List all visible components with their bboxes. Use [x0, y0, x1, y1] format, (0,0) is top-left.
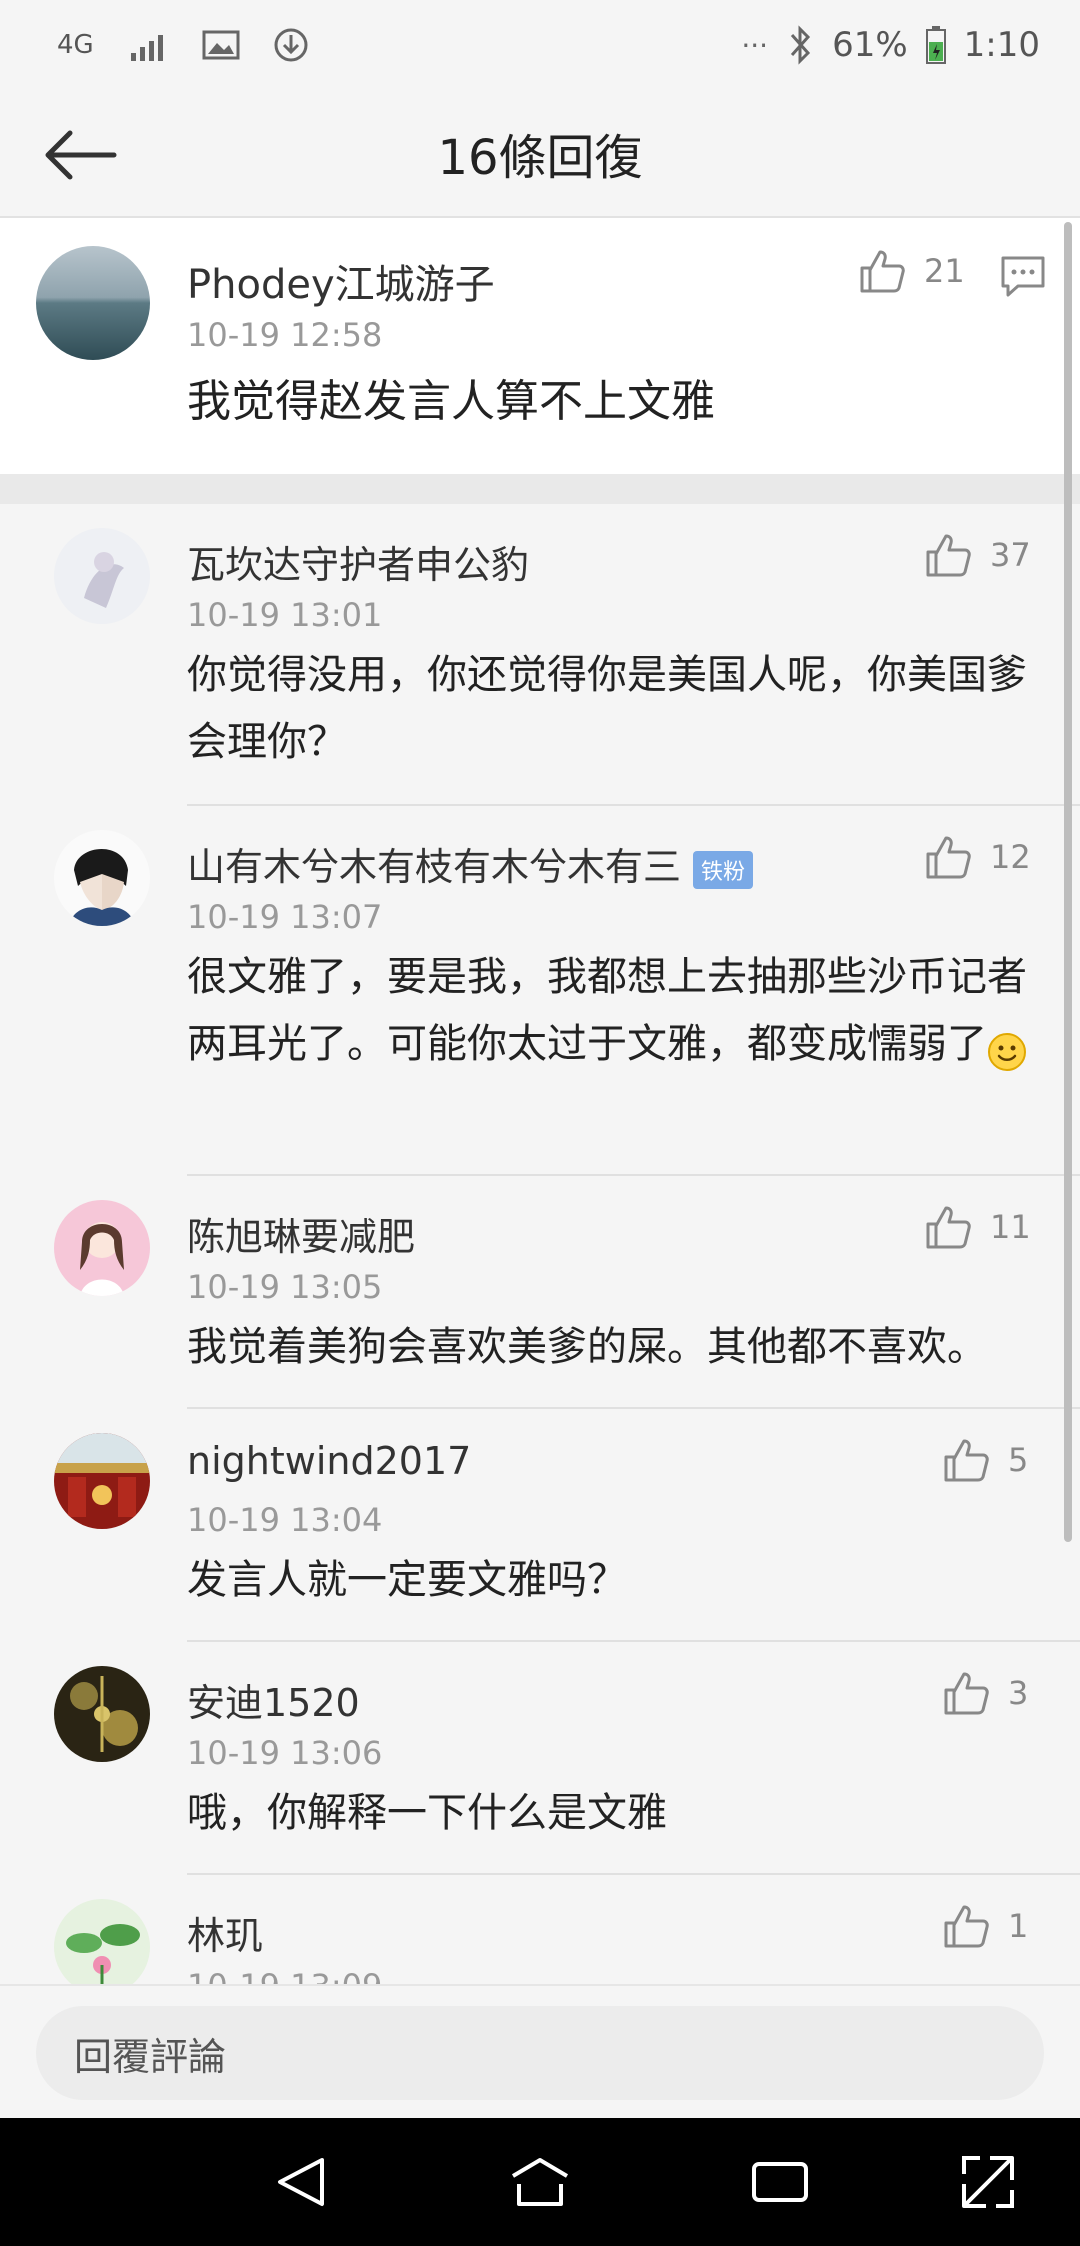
recent-apps-icon: [752, 2162, 808, 2202]
avatar[interactable]: [54, 1899, 150, 1984]
like-button[interactable]: 11: [924, 1204, 1031, 1250]
list-item: 陈旭琳要减肥 10-19 13:05 我觉着美狗会喜欢美爹的屎。其他都不喜欢。 …: [0, 1176, 1080, 1409]
reply-author[interactable]: nightwind2017: [187, 1439, 471, 1483]
avatar[interactable]: [54, 1666, 150, 1762]
avatar[interactable]: [54, 1433, 150, 1529]
avatar[interactable]: [36, 246, 150, 360]
like-count: 5: [1008, 1441, 1029, 1479]
comment-icon: [1001, 256, 1045, 297]
like-count: 21: [924, 252, 965, 290]
list-item: nightwind2017 10-19 13:04 发言人就一定要文雅吗？ 5: [0, 1409, 1080, 1642]
list-item: 林玑 10-19 13:09 1: [0, 1875, 1080, 1984]
avatar[interactable]: [54, 830, 150, 926]
like-button[interactable]: 37: [924, 532, 1031, 578]
status-right: ··· 61% 1:10: [741, 25, 1040, 65]
signal-icon: [129, 27, 171, 63]
reply-author[interactable]: 林玑: [187, 1905, 263, 1960]
list-item: 山有木兮木有枝有木兮木有三 铁粉 10-19 13:07 很文雅了，要是我，我都想…: [0, 806, 1080, 1176]
svg-text:4G: 4G: [57, 30, 94, 60]
reply-author-name[interactable]: 山有木兮木有枝有木兮木有三: [187, 845, 681, 889]
thumbs-up-icon: [926, 534, 971, 577]
avatar[interactable]: [54, 528, 150, 624]
reply-time: 10-19 13:09: [187, 1967, 382, 1984]
like-count: 1: [1008, 1907, 1029, 1945]
battery-icon: [925, 26, 946, 64]
like-button[interactable]: 1: [942, 1903, 1028, 1949]
home-icon: [511, 2158, 569, 2206]
expand-icon: [962, 2156, 1014, 2208]
reply-text-body: 很文雅了，要是我，我都想上去抽那些沙币记者两耳光了。可能你太过于文雅，都变成懦弱…: [187, 954, 1027, 1067]
comment-text: 我觉得赵发言人算不上文雅: [187, 376, 715, 427]
thumbs-up-icon: [944, 1672, 989, 1715]
clock: 1:10: [963, 25, 1040, 65]
status-bar: 4G ··· 61% 1:10: [0, 0, 1080, 90]
reply-text: 你觉得没用，你还觉得你是美国人呢，你美国爹会理你？: [187, 652, 1027, 765]
reply-time: 10-19 13:04: [187, 1501, 383, 1539]
system-nav-bar: [0, 2118, 1080, 2246]
like-count: 12: [990, 838, 1031, 876]
main-comment: Phodey江城游子 10-19 12:58 我觉得赵发言人算不上文雅 21: [0, 218, 1080, 474]
reply-author[interactable]: 山有木兮木有枝有木兮木有三 铁粉: [187, 836, 754, 891]
reply-time: 10-19 13:01: [187, 596, 383, 634]
bluetooth-icon: [786, 25, 814, 65]
status-left: 4G: [55, 25, 311, 65]
reply-list: 瓦坎达守护者申公豹 10-19 13:01 你觉得没用，你还觉得你是美国人呢，你…: [0, 504, 1080, 1984]
reply-text: 我觉着美狗会喜欢美爹的屎。其他都不喜欢。: [187, 1324, 987, 1370]
network-indicator: 4G: [55, 25, 99, 65]
nav-expand-button[interactable]: [956, 2152, 1020, 2212]
like-button[interactable]: 5: [942, 1437, 1028, 1483]
like-count: 37: [990, 536, 1031, 574]
list-item: 安迪1520 10-19 13:06 哦，你解释一下什么是文雅 3: [0, 1642, 1080, 1875]
reply-time: 10-19 13:05: [187, 1268, 383, 1306]
avatar[interactable]: [54, 1200, 150, 1296]
scrollbar[interactable]: [1064, 222, 1072, 1542]
more-notifications-icon: ···: [741, 28, 769, 62]
thumbs-up-icon: [860, 250, 905, 293]
fan-badge: 铁粉: [693, 850, 754, 889]
like-button[interactable]: 12: [924, 834, 1031, 880]
header: 16條回復: [0, 90, 1080, 218]
section-gap: [0, 474, 1080, 504]
reply-text: 很文雅了，要是我，我都想上去抽那些沙币记者两耳光了。可能你太过于文雅，都变成懦弱…: [187, 944, 1030, 1078]
reply-text: 发言人就一定要文雅吗？: [187, 1557, 627, 1603]
reply-bar: 回覆評論: [0, 1984, 1080, 2118]
thumbs-up-icon: [926, 836, 971, 879]
reply-text: 哦，你解释一下什么是文雅: [187, 1790, 667, 1836]
download-icon: [271, 25, 311, 65]
comment-author[interactable]: Phodey江城游子: [187, 252, 495, 310]
image-notification-icon: [201, 28, 241, 62]
reply-time: 10-19 13:07: [187, 898, 383, 936]
list-item: 瓦坎达守护者申公豹 10-19 13:01 你觉得没用，你还觉得你是美国人呢，你…: [0, 504, 1080, 806]
like-count: 3: [1008, 1674, 1029, 1712]
nav-back-button[interactable]: [268, 2152, 332, 2212]
battery-percent: 61%: [832, 25, 908, 65]
triangle-back-icon: [278, 2158, 324, 2206]
reply-author[interactable]: 陈旭琳要减肥: [187, 1206, 415, 1261]
thumbs-up-icon: [944, 1905, 989, 1948]
reply-comment-button[interactable]: [1000, 254, 1046, 300]
thumbs-up-icon: [944, 1439, 989, 1482]
page-title: 16條回復: [437, 130, 643, 186]
reply-author[interactable]: 瓦坎达守护者申公豹: [187, 534, 529, 589]
nav-recent-button[interactable]: [748, 2152, 812, 2212]
smile-emoji-icon: [987, 1026, 1027, 1071]
reply-author[interactable]: 安迪1520: [187, 1672, 360, 1727]
like-button[interactable]: 21: [858, 248, 965, 294]
comment-time: 10-19 12:58: [187, 316, 383, 354]
reply-time: 10-19 13:06: [187, 1734, 383, 1772]
like-button[interactable]: 3: [942, 1670, 1028, 1716]
thumbs-up-icon: [926, 1206, 971, 1249]
reply-input[interactable]: 回覆評論: [36, 2006, 1044, 2100]
like-count: 11: [990, 1208, 1031, 1246]
nav-home-button[interactable]: [508, 2152, 572, 2212]
